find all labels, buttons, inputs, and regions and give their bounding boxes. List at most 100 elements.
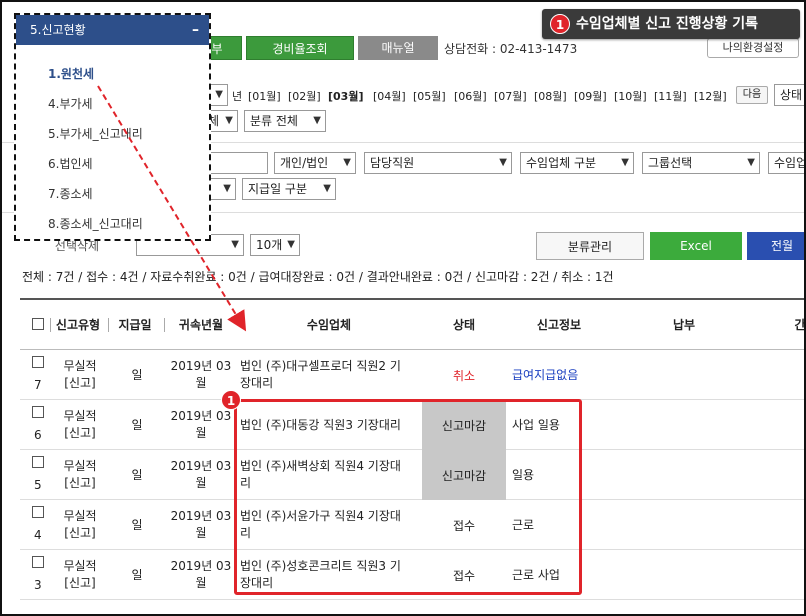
popup-menu-item[interactable]: 4.부가세 xyxy=(48,95,93,112)
header-info: 신고정보 xyxy=(536,318,582,332)
category-select[interactable]: 분류 전체 ▼ xyxy=(244,110,326,132)
header-divider xyxy=(50,318,51,332)
chevron-down-icon: ▼ xyxy=(621,157,629,168)
chevron-down-icon: ▼ xyxy=(499,157,507,168)
row-number: 6 xyxy=(34,428,42,442)
month-12[interactable]: [12월] xyxy=(694,88,727,104)
popup-menu-item[interactable]: 8.종소세_신고대리 xyxy=(48,215,143,232)
year-label: 년 xyxy=(232,90,243,103)
row-checkbox[interactable] xyxy=(32,556,44,568)
period: 2019년 03 월 xyxy=(170,459,232,490)
header-period: 귀속년월 xyxy=(178,318,224,332)
chevron-down-icon: ▼ xyxy=(343,157,351,168)
month-7[interactable]: [07월] xyxy=(494,88,527,104)
chevron-down-icon: ▼ xyxy=(223,183,231,194)
chevron-down-icon: ▼ xyxy=(215,89,223,100)
report-status-menu-popup: 5.신고현황 – 1.원천세 4.부가세 5.부가세_신고대리 6.법인세 7.종소세 8… xyxy=(14,13,211,241)
status-value: 취소 xyxy=(452,369,476,383)
popup-menu-item[interactable]: 5.부가세_신고대리 xyxy=(48,125,143,142)
category-manage-button[interactable]: 분류관리 xyxy=(536,232,644,260)
month-8[interactable]: [08월] xyxy=(534,88,567,104)
row-checkbox[interactable] xyxy=(32,456,44,468)
chevron-down-icon: ▼ xyxy=(287,239,295,250)
row-checkbox[interactable] xyxy=(32,506,44,518)
popup-title: 5.신고현황 xyxy=(30,23,86,37)
month-2[interactable]: [02월] xyxy=(288,88,321,104)
client-select-partial[interactable]: 수임업 xyxy=(768,152,804,174)
month-4[interactable]: [04월] xyxy=(373,88,406,104)
row-number: 3 xyxy=(34,578,42,592)
pay-date: 일 xyxy=(131,468,143,482)
status-summary: 전체 : 7건 / 접수 : 4건 / 자료수취완료 : 0건 / 급여대장완료… xyxy=(22,270,614,284)
period: 2019년 03 월 xyxy=(170,509,232,540)
screenshot-frame: 부 경비율조회 매뉴얼 상담전화 : 02-413-1473 나의환경설정 1 … xyxy=(0,0,806,616)
my-settings-button[interactable]: 나의환경설정 xyxy=(707,38,799,58)
annotation-number-badge: 1 xyxy=(221,390,241,410)
status-select[interactable]: 상태 xyxy=(774,84,804,106)
header-pay-date: 지급일 xyxy=(118,318,152,332)
month-5[interactable]: [05월] xyxy=(413,88,446,104)
row-number: 7 xyxy=(34,378,42,392)
type-select[interactable]: 개인/법인 ▼ xyxy=(274,152,356,174)
staff-select[interactable]: 담당직원 ▼ xyxy=(364,152,512,174)
header-client: 수임업체 xyxy=(306,318,352,332)
expense-rate-button[interactable]: 경비율조회 xyxy=(246,36,354,60)
manual-button[interactable]: 매뉴얼 xyxy=(358,36,438,60)
table-header: 신고유형 지급일 귀속년월 수임업체 상태 신고정보 납부 간 xyxy=(20,298,806,350)
page-size-select[interactable]: 10개 ▼ xyxy=(250,234,300,256)
highlight-box xyxy=(234,399,582,595)
pay-date: 일 xyxy=(131,368,143,382)
chevron-down-icon: ▼ xyxy=(323,183,331,194)
callout-label: 1 수임업체별 신고 진행상황 기록 xyxy=(542,9,800,39)
month-6[interactable]: [06월] xyxy=(454,88,487,104)
report-info: 급여지급없음 xyxy=(512,368,579,382)
month-11[interactable]: [11월] xyxy=(654,88,687,104)
table-row[interactable]: 7 무실적 [신고] 일 2019년 03 월 법인 (주)대구셀프로더 직원2 기 장대리 취… xyxy=(20,350,804,400)
month-9[interactable]: [09월] xyxy=(574,88,607,104)
report-type: 무실적 [신고] xyxy=(63,359,97,390)
next-button[interactable]: 다음 xyxy=(736,86,768,104)
callout-text: 수임업체별 신고 진행상황 기록 xyxy=(576,16,759,32)
collapse-icon[interactable]: – xyxy=(192,15,199,45)
client-type-select[interactable]: 수임업체 구분 ▼ xyxy=(520,152,634,174)
select-all-checkbox[interactable] xyxy=(32,318,44,330)
chevron-down-icon: ▼ xyxy=(313,115,321,126)
chevron-down-icon: ▼ xyxy=(747,157,755,168)
header-partial: 간 xyxy=(794,318,806,332)
row-checkbox[interactable] xyxy=(32,406,44,418)
prev-month-button-partial[interactable]: 전월 xyxy=(747,232,804,260)
pay-date: 일 xyxy=(131,418,143,432)
group-select[interactable]: 그룹선택 ▼ xyxy=(642,152,760,174)
pay-date: 일 xyxy=(131,518,143,532)
report-type: 무실적 [신고] xyxy=(63,459,97,490)
popup-menu-item[interactable]: 6.법인세 xyxy=(48,155,93,172)
period: 2019년 03 월 xyxy=(170,359,232,390)
report-type: 무실적 [신고] xyxy=(63,509,97,540)
pay-date: 일 xyxy=(131,568,143,582)
header-status: 상태 xyxy=(452,318,476,332)
header-divider xyxy=(164,318,165,332)
period: 2019년 03 월 xyxy=(170,559,232,590)
report-type: 무실적 [신고] xyxy=(63,559,97,590)
header-report-type: 신고유형 xyxy=(55,318,101,332)
popup-header[interactable]: 5.신고현황 – xyxy=(16,15,209,45)
row-number: 5 xyxy=(34,478,42,492)
phone-info: 상담전화 : 02-413-1473 xyxy=(444,42,578,56)
report-type: 무실적 [신고] xyxy=(63,409,97,440)
pay-date-select[interactable]: 지급일 구분 ▼ xyxy=(242,178,336,200)
month-1[interactable]: [01월] xyxy=(248,88,281,104)
excel-button[interactable]: Excel xyxy=(650,232,742,260)
period: 2019년 03 월 xyxy=(170,409,232,440)
client-name[interactable]: 법인 (주)대구셀프로더 직원2 기 장대리 xyxy=(240,358,422,392)
search-input[interactable] xyxy=(202,152,268,174)
header-divider xyxy=(108,318,109,332)
month-3[interactable]: [03월] xyxy=(328,88,363,104)
chevron-down-icon: ▼ xyxy=(225,115,233,126)
chevron-down-icon: ▼ xyxy=(231,239,239,250)
popup-menu-item[interactable]: 7.종소세 xyxy=(48,185,93,202)
header-payment: 납부 xyxy=(672,318,696,332)
row-number: 4 xyxy=(34,528,42,542)
row-checkbox[interactable] xyxy=(32,356,44,368)
popup-menu-item[interactable]: 1.원천세 xyxy=(48,65,94,82)
month-10[interactable]: [10월] xyxy=(614,88,647,104)
